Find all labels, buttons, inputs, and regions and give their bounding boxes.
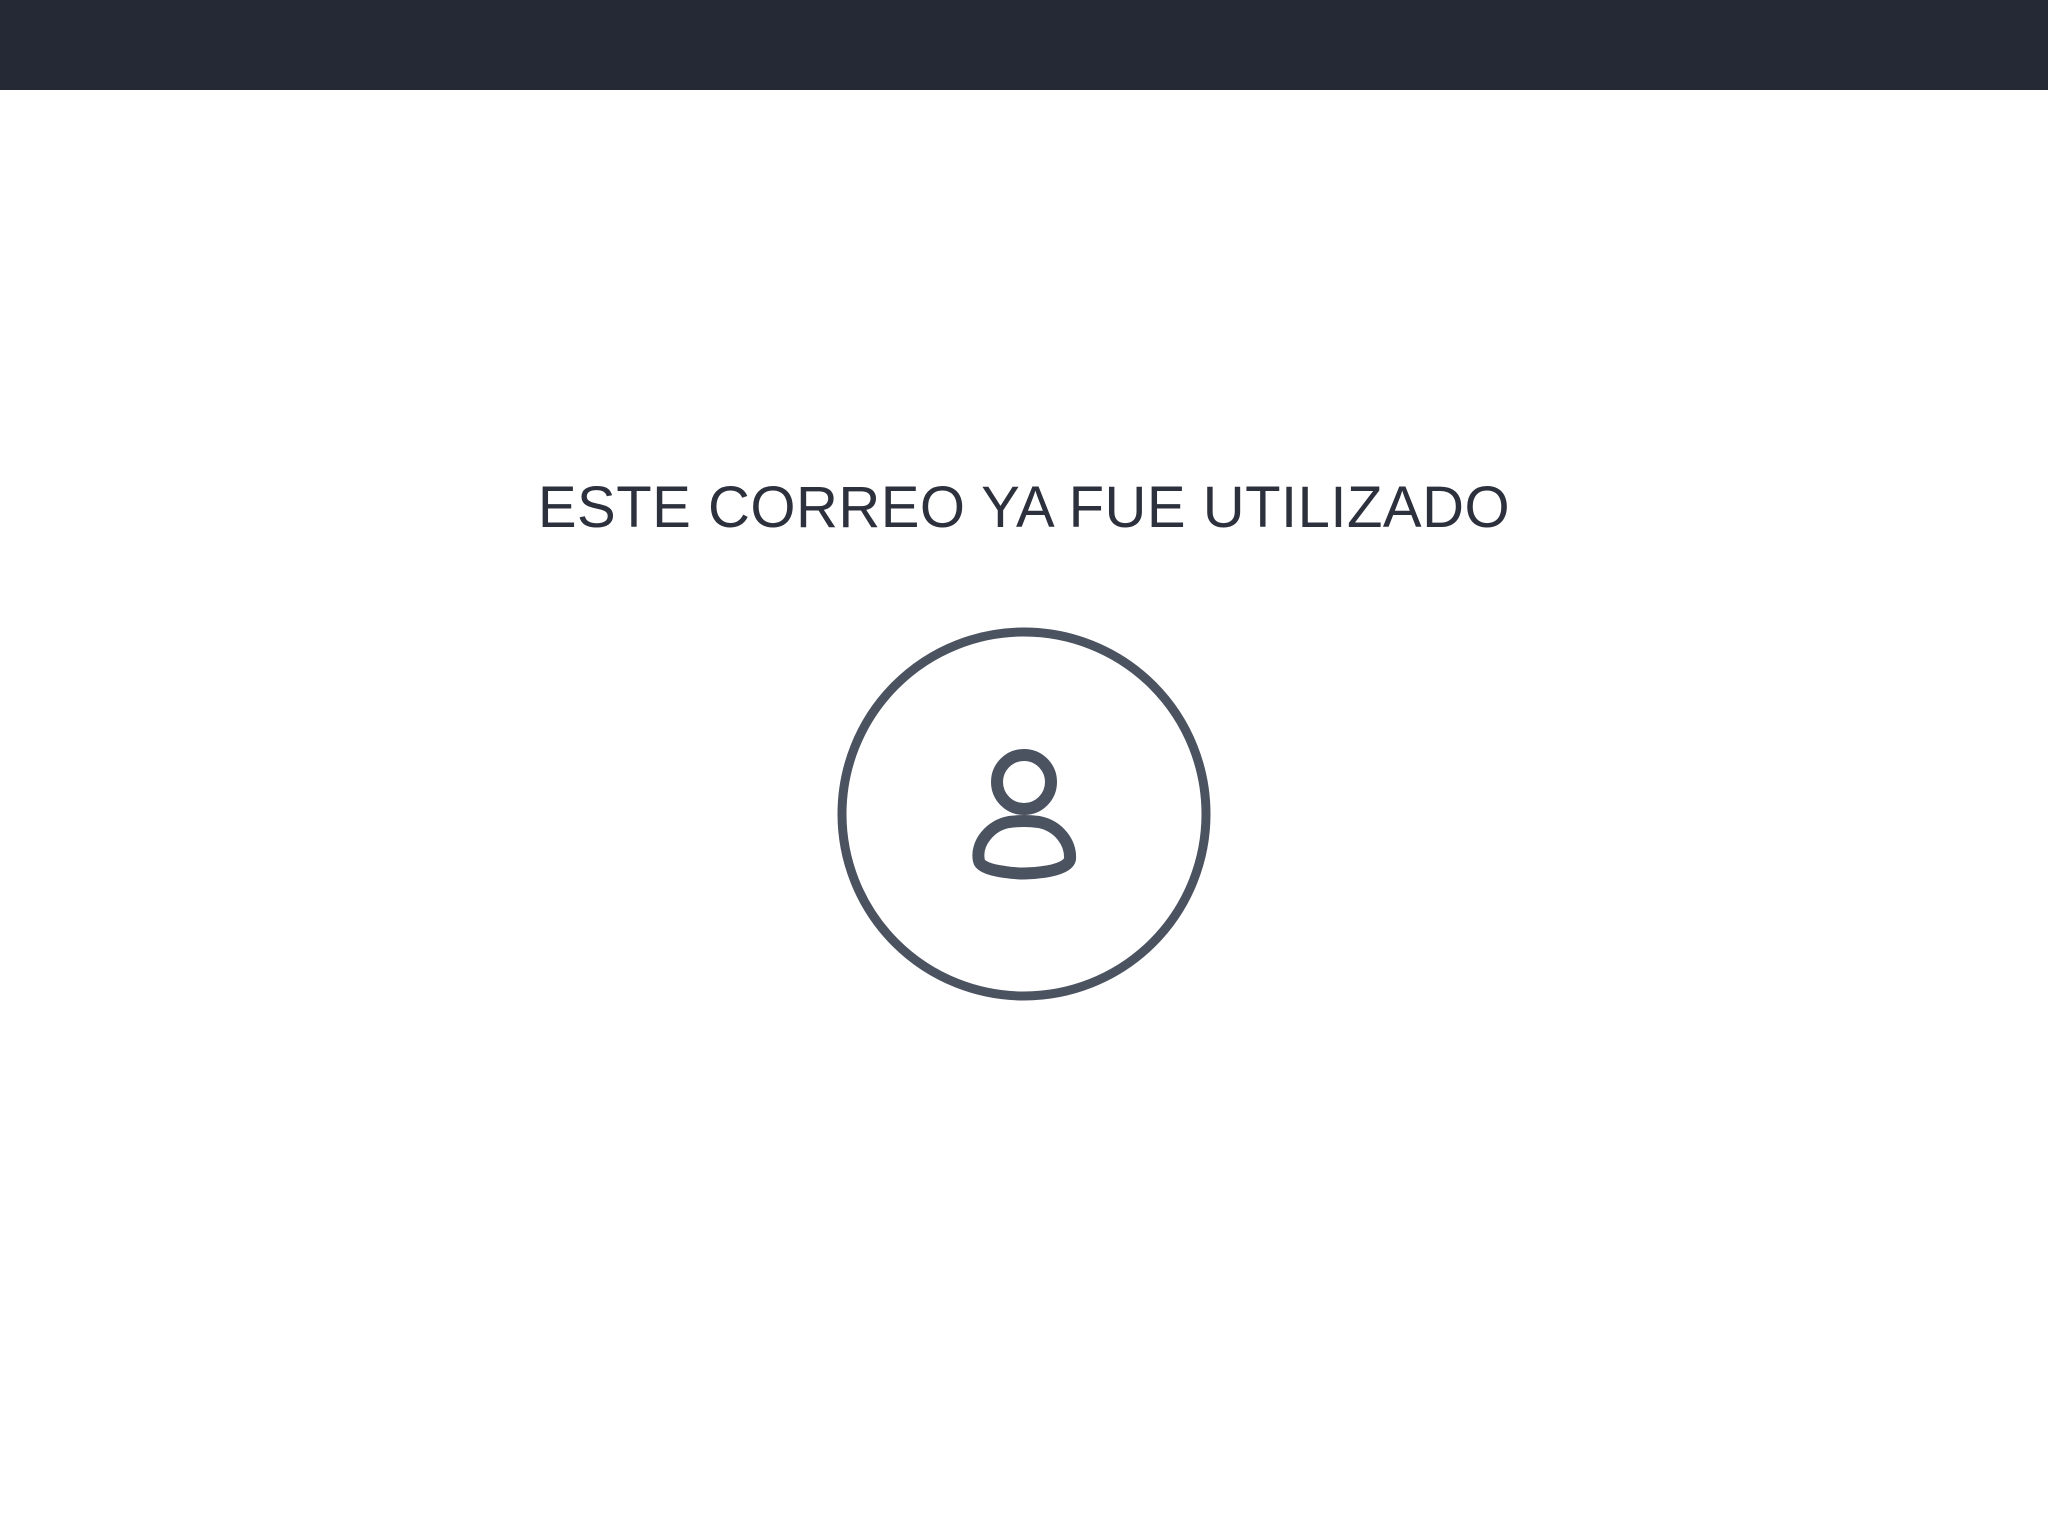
- user-icon: [837, 627, 1211, 1001]
- page-message: ESTE CORREO YA FUE UTILIZADO: [537, 475, 1511, 540]
- avatar: [837, 627, 1211, 1001]
- top-bar: [0, 0, 2048, 90]
